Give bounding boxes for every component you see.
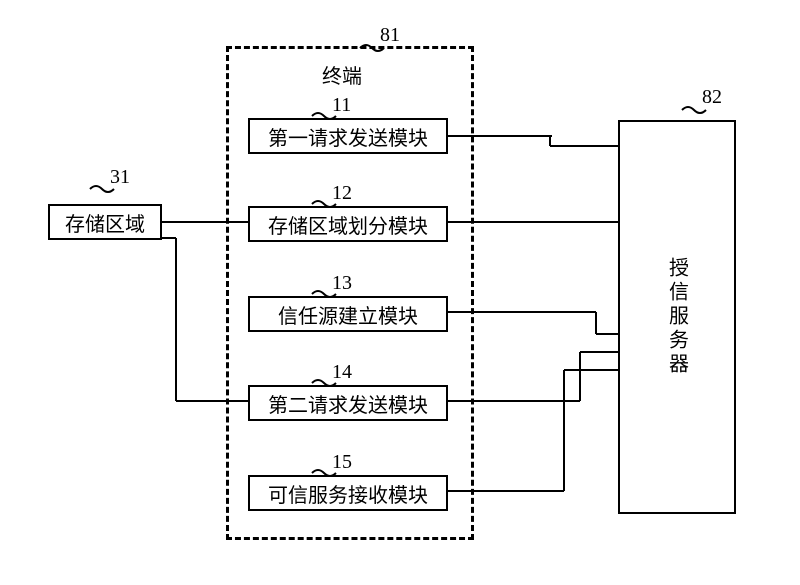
server-label: 授信服务器	[663, 257, 692, 377]
server-number: 82	[702, 86, 722, 109]
terminal-number: 81	[380, 24, 400, 47]
module-13-number: 13	[332, 272, 352, 295]
module-14-number: 14	[332, 361, 352, 384]
terminal-label: 终端	[322, 60, 362, 89]
storage-box: 存储区域	[48, 204, 162, 240]
module-14-label: 第二请求发送模块	[268, 389, 428, 418]
module-13-label: 信任源建立模块	[278, 300, 418, 329]
module-11-box: 第一请求发送模块	[248, 118, 448, 154]
storage-number: 31	[110, 166, 130, 189]
module-13-box: 信任源建立模块	[248, 296, 448, 332]
module-12-box: 存储区域划分模块	[248, 206, 448, 242]
module-14-box: 第二请求发送模块	[248, 385, 448, 421]
module-15-box: 可信服务接收模块	[248, 475, 448, 511]
module-15-label: 可信服务接收模块	[268, 479, 428, 508]
module-12-label: 存储区域划分模块	[268, 210, 428, 239]
module-11-number: 11	[332, 94, 351, 117]
module-11-label: 第一请求发送模块	[268, 122, 428, 151]
diagram-canvas: 终端 81 授信服务器 82 存储区域 31 第一请求发送模块 11 存储区域划…	[0, 0, 800, 585]
storage-label: 存储区域	[65, 208, 145, 237]
server-box: 授信服务器	[618, 120, 736, 514]
module-12-number: 12	[332, 182, 352, 205]
module-15-number: 15	[332, 451, 352, 474]
